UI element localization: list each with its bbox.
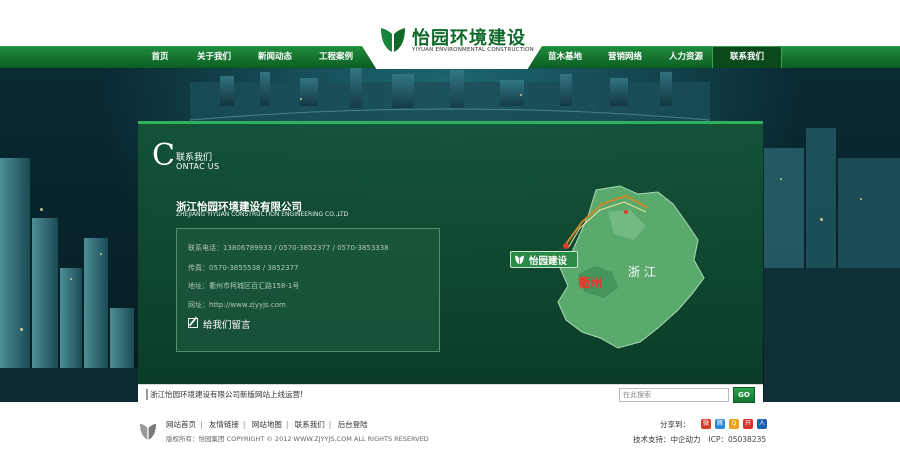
banner-light [20,328,23,331]
contact-website[interactable]: 网址：http://www.zjyyjs.com [188,300,286,310]
contact-address: 地址：衢州市柯城区百汇路158-1号 [188,282,300,290]
map-brand-label: 怡园建设 [529,256,568,267]
city-marker [624,210,628,214]
map-brand-tag: 怡园建设 [510,251,578,268]
nav-item-news[interactable]: 新闻动态 [250,47,300,68]
leaf-logo-icon [381,28,405,52]
footer-links: 网站首页 | 友情链接 | 网站地图 | 联系我们 | 后台登陆 [166,420,368,429]
contact-info-box: 联系电话：13806789933 / 0570-3852377 / 0570-3… [176,228,440,352]
contact-fax: 传真：0570-3855538 / 3852377 [188,264,299,272]
nav-item-nursery[interactable]: 苗木基地 [540,47,590,68]
notice-text[interactable]: 浙江怡园环境建设有限公司新版网站上线运营! [150,389,303,400]
section-title-initial: C [152,138,175,173]
search-go-button[interactable]: GO [733,387,755,403]
nav-item-contact[interactable]: 联系我们 [712,47,782,68]
banner-light [780,178,782,180]
nav-item-home[interactable]: 首页 [140,47,180,68]
share-bar: 分享到： 微 腾 Q 开 人 [660,419,770,431]
sina-weibo-icon[interactable]: 微 [701,419,711,429]
map-city-label: 衢州 [578,276,603,290]
banner-light [300,98,302,100]
contact-panel: C 联系我们 ONTAC US 浙江怡园环境建设有限公司 ZHEJIANG YI… [138,121,763,404]
banner-light [860,198,862,200]
share-label: 分享到： [660,420,690,429]
nav-item-marketing[interactable]: 营销网络 [600,47,650,68]
contact-phone: 联系电话：13806789933 / 0570-3852377 / 0570-3… [188,244,389,252]
banner-light [40,208,43,211]
leave-message-label: 给我们留言 [203,320,251,331]
nav-item-about[interactable]: 关于我们 [190,47,238,68]
icp-number[interactable]: ICP：05038235 [709,435,767,444]
footer: 网站首页 | 友情链接 | 网站地图 | 联系我们 | 后台登陆 版权所有：怡园集团 C… [0,404,900,466]
notice-bar: 浙江怡园环境建设有限公司新版网站上线运营! GO [138,384,763,404]
search-input[interactable] [619,388,729,402]
notice-bullet-icon [146,389,148,400]
city-marker [563,243,569,249]
footer-link-admin[interactable]: 后台登陆 [338,420,368,429]
copyright: 版权所有：怡园集团 COPYRIGHT © 2012 WWW.ZJYYJS.CO… [166,435,429,443]
leaf-logo-icon [140,423,156,440]
nav-item-hr[interactable]: 人力资源 [662,47,710,68]
edit-icon [188,318,198,328]
nav-item-projects[interactable]: 工程案例 [312,47,360,68]
footer-link-home[interactable]: 网站首页 [166,420,196,429]
tech-support-text[interactable]: 技术支持：中企动力 [633,435,701,444]
qzone-icon[interactable]: Q [729,419,739,429]
site-logo[interactable]: 怡园环境建设 YIYUAN ENVIRONMENTAL CONSTRUCTION [378,22,534,58]
page: 首页 关于我们 新闻动态 工程案例 苗木基地 营销网络 人力资源 联系我们 怡园… [0,0,900,466]
banner-light [520,94,522,96]
renren-icon[interactable]: 人 [757,419,767,429]
tencent-weibo-icon[interactable]: 腾 [715,419,725,429]
leaf-logo-icon [515,255,524,265]
banner-light [820,218,823,221]
tech-support: 技术支持：中企动力 ICP：05038235 [633,434,766,445]
footer-link-contact[interactable]: 联系我们 [295,420,325,429]
footer-link-sitemap[interactable]: 网站地图 [252,420,282,429]
company-name-en: ZHEJIANG YIYUAN CONSTRUCTION ENGINEERING… [176,211,349,218]
footer-link-friends[interactable]: 友情链接 [209,420,239,429]
section-title-en: ONTAC US [176,162,220,171]
banner-light [100,253,102,255]
logo-name-en: YIYUAN ENVIRONMENTAL CONSTRUCTION [412,47,534,53]
banner-light [70,278,72,280]
kaixin-icon[interactable]: 开 [743,419,753,429]
section-title: C 联系我们 ONTAC US [152,138,242,178]
map-province-label: 浙 江 [628,265,656,279]
